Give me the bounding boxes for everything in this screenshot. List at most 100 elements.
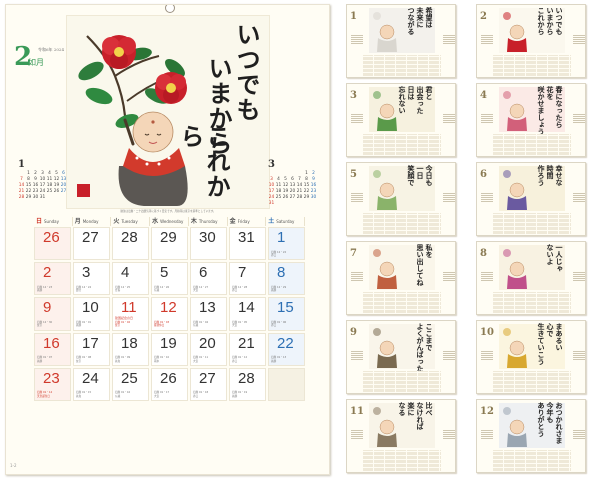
thumbnail-poem-line: 未来に xyxy=(416,7,425,28)
thumbnail-poem-line: これから xyxy=(537,7,546,35)
weekday-saturday: 土 Saturday xyxy=(266,217,305,226)
thumbnail-month-7[interactable]: 7 私を 思い出してね xyxy=(346,241,456,315)
day-cell[interactable]: 14 旧暦 01・05 大安 xyxy=(229,297,266,331)
thumbnail-mini-calendar xyxy=(573,193,585,202)
day-cell[interactable]: 24 旧暦 01・15 先負 xyxy=(73,367,110,401)
thumbnail-date-grid xyxy=(363,292,441,313)
weekday-tuesday: 火 Tuesday xyxy=(111,217,151,226)
day-cell[interactable]: 12 旧暦 01・03 振替休日 xyxy=(151,297,188,331)
thumbnail-poem-line: 思い出してね xyxy=(416,244,425,286)
day-cell[interactable]: 19 旧暦 01・10 雨水 xyxy=(151,332,188,366)
thumbnail-poem-line: ありがとう xyxy=(537,402,546,437)
thumbnail-mini-calendar xyxy=(443,272,455,281)
day-number: 27 xyxy=(82,229,99,246)
thumbnail-month-number: 3 xyxy=(350,90,357,101)
thumbnail-month-5[interactable]: 5 今日も 一日 笑顔で xyxy=(346,162,456,236)
thumbnail-month-9[interactable]: 9 ここまで よくがんばったね xyxy=(346,320,456,394)
thumbnail-month-3[interactable]: 3 君と 出会った 日は 忘れない xyxy=(346,83,456,157)
day-cell[interactable]: 6 旧暦 12・27 大安 xyxy=(190,262,227,296)
mini-day xyxy=(46,195,53,201)
day-cell[interactable]: 1 旧暦 12・22 赤口 xyxy=(268,227,305,261)
day-cell[interactable]: 27 xyxy=(73,227,110,261)
thumbnail-mini-calendar xyxy=(351,351,363,360)
mini-day: 27 xyxy=(289,195,296,200)
day-note: 旧暦 01・18 赤口 xyxy=(193,391,209,398)
day-cell[interactable]: 3 旧暦 12・24 節分 xyxy=(73,262,110,296)
day-cell[interactable]: 25 旧暦 01・16 仏滅 xyxy=(112,367,149,401)
day-cell[interactable]: 27 旧暦 01・18 赤口 xyxy=(190,367,227,401)
thumbnail-month-8[interactable]: 8 一人じゃ ないよ xyxy=(476,241,586,315)
thumbnail-poem-line: 幸せな xyxy=(555,165,564,186)
thumbnail-month-number: 2 xyxy=(480,11,487,22)
mini-day xyxy=(275,201,282,207)
day-note: 旧暦 01・07 先勝 xyxy=(37,356,53,363)
thumbnail-month-10[interactable]: 10 まあるい 心で 生きていこう xyxy=(476,320,586,394)
day-cell[interactable]: 10 旧暦 01・01 先勝 xyxy=(73,297,110,331)
day-cell[interactable]: 28 旧暦 01・19 先勝 xyxy=(229,367,266,401)
day-note: 旧暦 01・15 先負 xyxy=(76,391,92,398)
day-cell[interactable]: 11 建国記念の日 旧暦 01・02 友引 xyxy=(112,297,149,331)
day-cell[interactable]: 30 xyxy=(190,227,227,261)
thumbnail-date-grid xyxy=(363,213,441,234)
thumbnail-poem-line: 咲かせましょう xyxy=(537,86,546,135)
thumbnail-mini-calendar xyxy=(573,114,585,123)
day-cell[interactable]: 15 旧暦 01・06 赤口 xyxy=(268,297,305,331)
thumbnail-month-number: 12 xyxy=(480,406,494,417)
day-note: 旧暦 12・28 赤口 xyxy=(232,285,248,293)
day-cell[interactable] xyxy=(268,367,305,401)
day-cell[interactable]: 7 旧暦 12・28 赤口 xyxy=(229,262,266,296)
day-cell[interactable]: 31 xyxy=(229,227,266,261)
day-cell[interactable]: 26 xyxy=(34,227,71,261)
day-cell[interactable]: 23 旧暦 01・14 天皇誕生日 xyxy=(34,367,71,401)
mini-day: 26 xyxy=(282,195,289,200)
day-note: 旧暦 01・13 先勝 xyxy=(271,356,287,363)
day-note: 旧暦 12・24 節分 xyxy=(76,285,92,293)
day-number: 24 xyxy=(82,369,99,387)
thumbnail-month-6[interactable]: 6 幸せな 時間 作ろう xyxy=(476,162,586,236)
thumbnail-mini-calendar xyxy=(443,430,455,439)
thumbnail-month-11[interactable]: 11 比べ なければ 楽に なる xyxy=(346,399,456,473)
day-number: 25 xyxy=(121,369,138,387)
day-number: 31 xyxy=(238,229,255,246)
thumbnail-mini-calendar xyxy=(351,35,363,44)
day-cell[interactable]: 13 旧暦 01・04 仏滅 xyxy=(190,297,227,331)
day-cell[interactable]: 29 xyxy=(151,227,188,261)
thumbnail-mini-calendar xyxy=(443,114,455,123)
day-cell[interactable]: 5 旧暦 12・26 仏滅 xyxy=(151,262,188,296)
thumbnail-month-1[interactable]: 1 希望は 未来に つながる xyxy=(346,4,456,78)
thumbnail-month-2[interactable]: 2 いつでも いまから これから xyxy=(476,4,586,78)
day-cell[interactable]: 26 旧暦 01・17 大安 xyxy=(151,367,188,401)
weekday-sunday: 日 Sunday xyxy=(34,217,73,226)
mini-day: 28 xyxy=(18,195,25,200)
day-cell[interactable]: 18 旧暦 01・09 先負 xyxy=(112,332,149,366)
thumbnail-mini-calendar xyxy=(573,272,585,281)
day-cell[interactable]: 9 旧暦 12・30 友引 xyxy=(34,297,71,331)
thumbnail-mini-calendar xyxy=(481,114,493,123)
thumbnail-poem-line: 今年も xyxy=(546,402,555,423)
thumbnail-month-12[interactable]: 12 おつかれさま 今年も ありがとう xyxy=(476,399,586,473)
thumbnail-mini-calendar xyxy=(351,430,363,439)
day-note: 旧暦 01・06 赤口 xyxy=(271,321,287,328)
thumbnail-date-grid xyxy=(493,292,571,313)
hanging-hole xyxy=(165,5,175,13)
day-note: 旧暦 01・05 大安 xyxy=(232,321,248,328)
day-cell[interactable]: 4 旧暦 12・25 立春 xyxy=(112,262,149,296)
day-cell[interactable]: 17 旧暦 01・08 友引 xyxy=(73,332,110,366)
thumbnail-mini-calendar xyxy=(443,193,455,202)
day-note: 旧暦 01・19 先勝 xyxy=(232,391,248,398)
thumbnail-month-number: 5 xyxy=(350,169,357,180)
thumbnail-poem-line: 比べ xyxy=(425,402,434,416)
day-number: 2 xyxy=(43,264,52,282)
day-cell[interactable]: 8 旧暦 12・29 先勝 xyxy=(268,262,305,296)
thumbnail-poem-line: ないよ xyxy=(546,244,555,265)
day-cell[interactable]: 2 旧暦 12・23 先勝 xyxy=(34,262,71,296)
day-cell[interactable]: 22 旧暦 01・13 先勝 xyxy=(268,332,305,366)
day-number: 7 xyxy=(238,264,247,282)
day-cell[interactable]: 28 xyxy=(112,227,149,261)
thumbnail-month-4[interactable]: 4 春になったら 花を 咲かせましょう xyxy=(476,83,586,157)
day-note: 旧暦 01・14 天皇誕生日 xyxy=(37,391,53,398)
day-cell[interactable]: 20 旧暦 01・11 大安 xyxy=(190,332,227,366)
day-cell[interactable]: 21 旧暦 01・12 赤口 xyxy=(229,332,266,366)
day-cell[interactable]: 16 旧暦 01・07 先勝 xyxy=(34,332,71,366)
thumbnail-date-grid xyxy=(363,450,441,471)
